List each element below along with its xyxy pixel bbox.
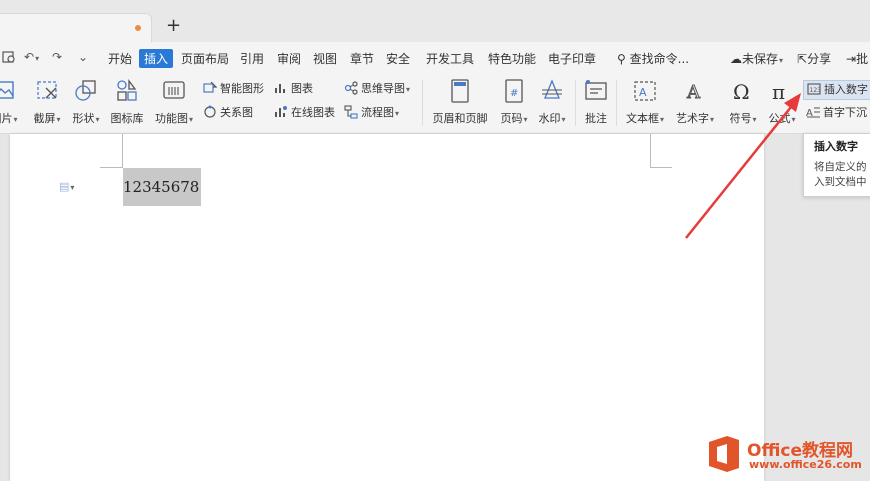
site-watermark: Office教程网 www.office26.com xyxy=(705,432,870,478)
arrow-head xyxy=(784,93,801,112)
annotation-arrow xyxy=(685,93,801,239)
arrow-shaft xyxy=(685,101,796,239)
office-logo-icon xyxy=(709,436,739,472)
